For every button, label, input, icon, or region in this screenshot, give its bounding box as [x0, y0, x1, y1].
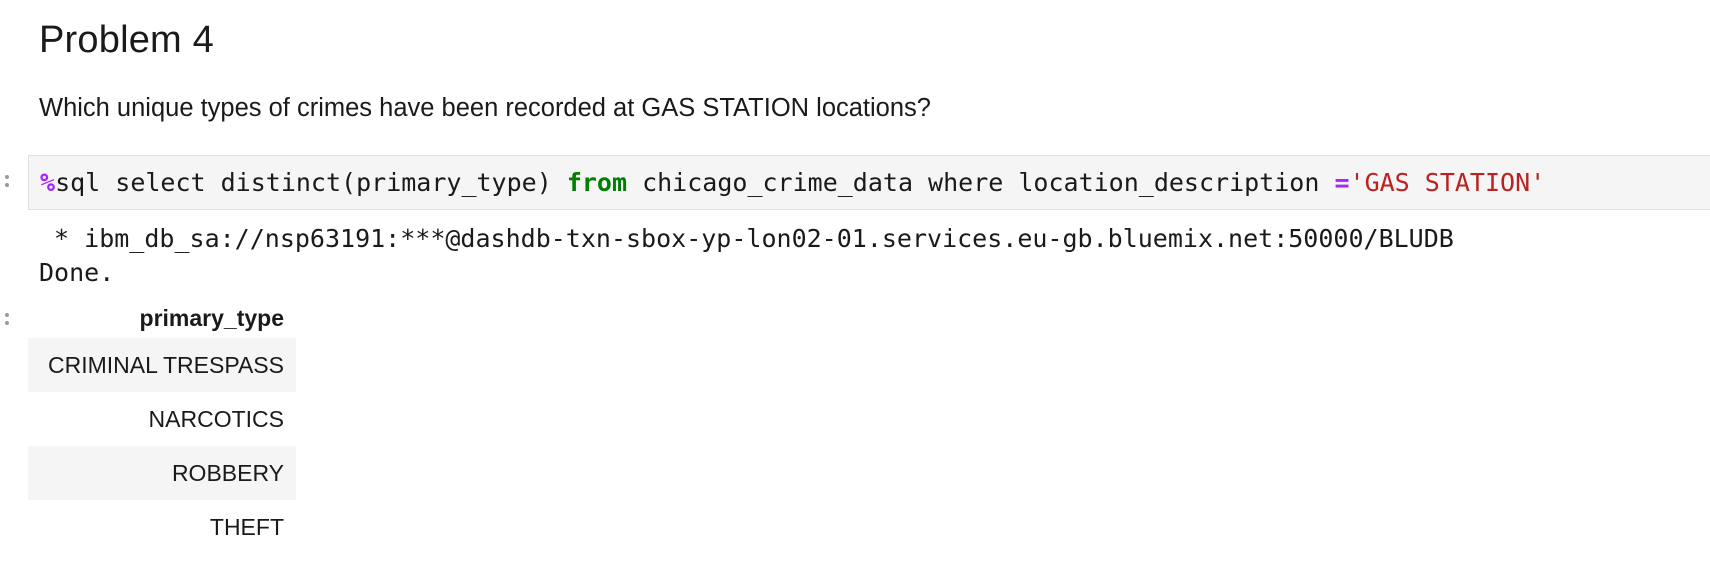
code-cell-input[interactable]: %sql select distinct(primary_type) from …: [28, 155, 1710, 210]
table-row: NARCOTICS: [28, 392, 296, 446]
table-row: CRIMINAL TRESPASS: [28, 338, 296, 392]
problem-heading: Problem 4: [39, 19, 214, 61]
code-text: sql select distinct(primary_type): [55, 168, 567, 197]
result-table: primary_type CRIMINAL TRESPASS NARCOTICS…: [28, 300, 296, 554]
sql-keyword: from: [566, 168, 628, 197]
status-line: Done.: [39, 258, 115, 287]
output-collapser-icon[interactable]: [4, 313, 10, 327]
notebook: Problem 4 Which unique types of crimes h…: [0, 0, 1710, 568]
cell-output-text: * ibm_db_sa://nsp63191:***@dashdb-txn-sb…: [39, 222, 1454, 290]
sql-query-code[interactable]: %sql select distinct(primary_type) from …: [40, 166, 1545, 200]
connection-line: * ibm_db_sa://nsp63191:***@dashdb-txn-sb…: [39, 224, 1454, 253]
column-header-primary-type: primary_type: [139, 305, 284, 331]
table-cell: THEFT: [209, 513, 284, 540]
magic-symbol: %: [40, 168, 56, 197]
table-cell: ROBBERY: [28, 446, 296, 500]
table-header-row: primary_type: [28, 300, 296, 338]
equals-operator: =: [1334, 168, 1350, 197]
input-collapser-icon[interactable]: [4, 175, 10, 189]
table-row: THEFT: [28, 500, 296, 554]
table-row: ROBBERY: [28, 446, 296, 500]
code-text: chicago_crime_data where location_descri…: [627, 168, 1335, 197]
table-cell: NARCOTICS: [148, 405, 284, 432]
problem-question: Which unique types of crimes have been r…: [39, 94, 931, 122]
string-literal: 'GAS STATION': [1349, 168, 1546, 197]
table-cell: CRIMINAL TRESPASS: [28, 338, 296, 392]
